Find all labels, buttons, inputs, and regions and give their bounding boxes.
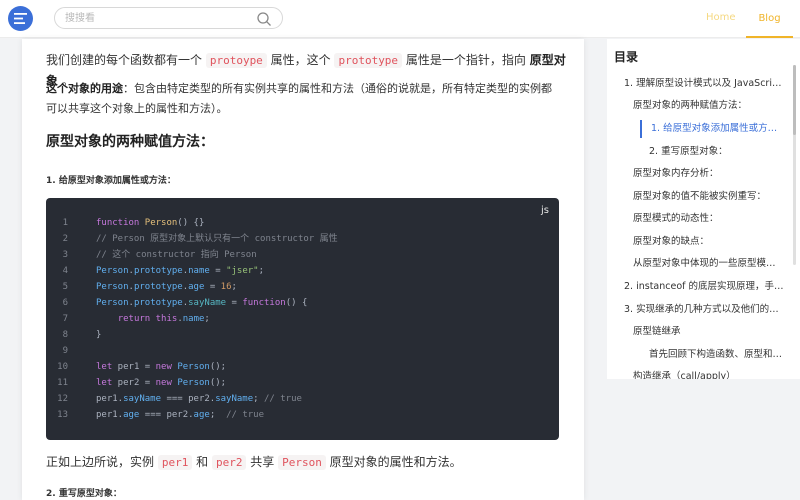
usage-paragraph: 这个对象的用途：包含由特定类型的所有实例共享的属性和方法（通俗的说就是，所有特定… (46, 79, 556, 119)
inline-code-person: Person (278, 455, 326, 470)
toc-title: 目录 (614, 50, 639, 64)
menu-icon (14, 13, 27, 24)
code-line: 7 return this.name; (62, 314, 210, 324)
search-box[interactable] (54, 7, 283, 29)
toc-item[interactable]: 原型模式的动态性： (633, 212, 783, 226)
code-block: js 1 function Person() {} 2// Person 原型对象… (46, 198, 559, 440)
code-line: 2// Person 原型对象上默认只有一个 constructor 属性 (62, 234, 338, 244)
toc-item[interactable]: 原型链继承 (633, 325, 783, 339)
toc-item[interactable]: 原型对象的两种赋值方法： (633, 99, 783, 113)
toc-item[interactable]: 原型对象的缺点： (633, 235, 783, 249)
search-input[interactable] (65, 10, 250, 27)
toc-item[interactable]: 原型对象内存分析： (633, 167, 783, 181)
code-line: 6 Person.prototype.sayName = function() { (62, 298, 308, 308)
text: 属性，这个 (266, 53, 335, 67)
code-line: 12 per1.sayName === per2.sayName; // true (57, 394, 302, 404)
inline-code-per1: per1 (157, 455, 193, 470)
text: 共享 (246, 455, 279, 469)
search-icon[interactable] (256, 11, 272, 27)
code-line: 8} (62, 330, 102, 340)
toc-item[interactable]: 原型对象的值不能被实例重写： (633, 190, 783, 204)
code-line: 5 Person.prototype.age = 16; (62, 282, 237, 292)
nav-blog-link[interactable]: Blog (746, 0, 793, 38)
code-line: 3// 这个 constructor 指向 Person (62, 250, 257, 260)
toc-item[interactable]: 1. 理解原型设计模式以及 JavaScript中的原型规则 (624, 77, 787, 91)
code-line: 11 let per2 = new Person(); (57, 378, 227, 388)
inline-code-prototype: prototype (334, 53, 403, 68)
text: 正如上边所说，实例 (46, 455, 158, 469)
text: 我们创建的每个函数都有一个 (46, 53, 206, 67)
toc-item[interactable]: 构造继承（call/apply） (633, 370, 783, 379)
toc-item[interactable]: 2. 重写原型对象： (649, 145, 779, 159)
toc-scroll-thumb[interactable] (793, 65, 796, 135)
section-heading: 原型对象的两种赋值方法： (46, 134, 214, 150)
subheading-2: 2. 重写原型对象： (46, 489, 122, 499)
text: 属性是一个指针，指向 (402, 53, 530, 67)
toc-item[interactable]: 2. instanceof 的底层实现原理，手动实现一个 instanceof (624, 280, 787, 294)
subheading-1: 1. 给原型对象添加属性或方法： (46, 176, 176, 186)
toc-item[interactable]: 首先回顾下构造函数、原型和实例的关系 (649, 348, 784, 362)
code-line: 1 function Person() {} (62, 218, 205, 228)
code-line: 4 Person.prototype.name = "jser"; (62, 266, 265, 276)
article-content: 我们创建的每个函数都有一个 protoype 属性，这个 prototype 属… (22, 39, 584, 500)
instance-paragraph: 正如上边所说，实例 per1 和 per2 共享 Person 原型对象的属性和… (46, 452, 566, 473)
nav-home-link[interactable]: Home (706, 12, 736, 23)
inline-code-protoype: protoype (205, 53, 267, 68)
menu-button[interactable] (8, 6, 33, 31)
table-of-contents: 目录 1. 理解原型设计模式以及 JavaScript中的原型规则 原型对象的两… (607, 39, 800, 379)
text: 原型对象的属性和方法。 (325, 455, 462, 469)
inline-code-per2: per2 (211, 455, 247, 470)
top-header: Home Blog (0, 0, 800, 38)
code-line: 9 (62, 346, 68, 356)
code-line: 10 let per1 = new Person(); (57, 362, 227, 372)
usage-label: 这个对象的用途 (46, 82, 123, 95)
toc-item-active[interactable]: 1. 给原型对象添加属性或方法： (640, 120, 785, 138)
toc-item[interactable]: 3. 实现继承的几种方式以及他们的优缺点 (624, 303, 787, 317)
toc-item[interactable]: 从原型对象中体现的一些原型模式的缺点 (633, 257, 783, 271)
text: 和 (192, 455, 212, 469)
code-line: 13 per1.age === per2.age; // true (57, 410, 265, 420)
